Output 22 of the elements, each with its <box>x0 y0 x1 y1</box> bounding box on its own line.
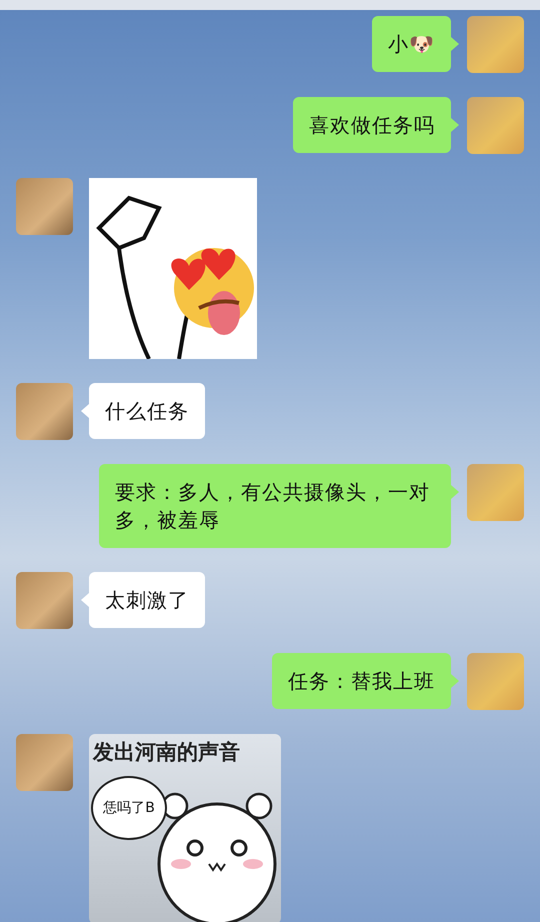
avatar-photo[interactable] <box>16 572 73 629</box>
message-bubble: 太刺激了 <box>89 572 205 628</box>
sticker-caption: 发出河南的声音 <box>92 739 241 766</box>
avatar-photo[interactable] <box>16 178 73 235</box>
avatar-photo[interactable] <box>467 653 524 710</box>
bubble-tail <box>451 674 459 688</box>
avatar-photo[interactable] <box>467 16 524 73</box>
bubble-tail <box>81 404 89 418</box>
bubble-tail <box>451 118 459 132</box>
avatar-photo[interactable] <box>467 97 524 154</box>
avatar-photo[interactable] <box>16 734 73 791</box>
bubble-tail <box>451 485 459 499</box>
bubble-tail <box>81 593 89 607</box>
message-bubble: 小🐶 <box>372 16 451 72</box>
message-bubble: 任务：替我上班 <box>272 653 451 709</box>
avatar-photo[interactable] <box>467 464 524 521</box>
bubble-tail <box>451 37 459 51</box>
message-bubble: 喜欢做任务吗 <box>293 97 451 153</box>
speech-bubble: 恁吗了B <box>91 776 167 840</box>
avatar-photo[interactable] <box>16 383 73 440</box>
message-bubble: 要求：多人，有公共摄像头，一对多，被羞辱 <box>99 464 451 548</box>
message-bubble: 什么任务 <box>89 383 205 439</box>
